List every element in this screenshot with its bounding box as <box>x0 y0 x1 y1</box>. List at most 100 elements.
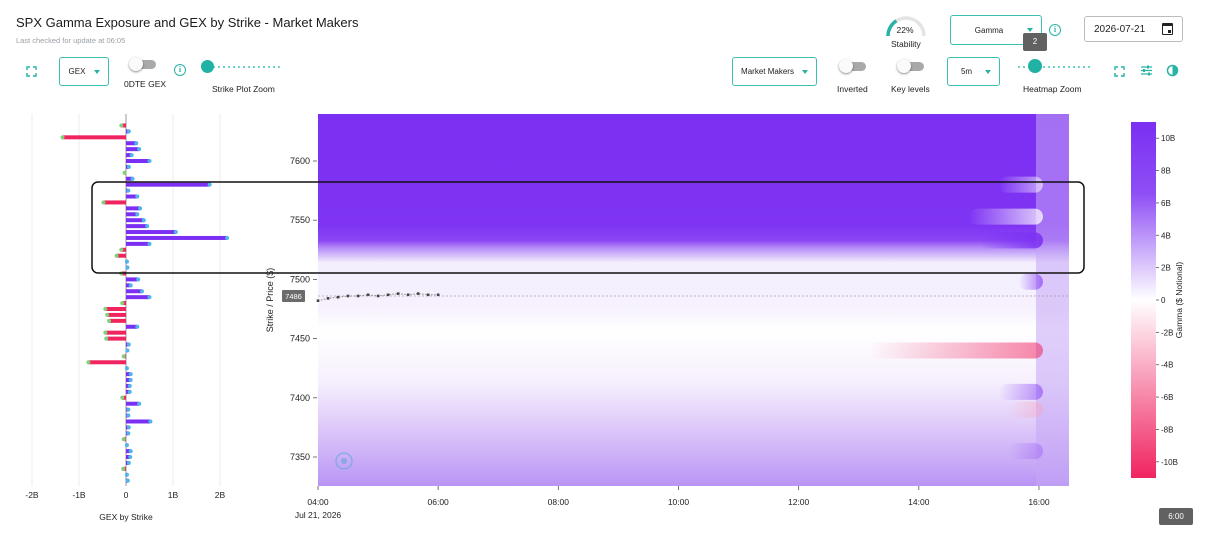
gex-bar-marker <box>128 283 133 288</box>
colorbar-tick-label: 4B <box>1161 231 1171 240</box>
gex-bar-marker <box>104 336 109 341</box>
heatmap-field <box>318 114 1069 486</box>
heatmap-expiry-column <box>1035 114 1069 486</box>
gex-bar <box>105 330 126 335</box>
gex-x-tick: 1B <box>168 490 179 500</box>
gex-bar-grid <box>31 114 221 486</box>
gex-bar-marker <box>127 383 132 388</box>
y-tick-label: 7350 <box>290 452 310 462</box>
gex-x-tick: -1B <box>72 490 86 500</box>
gex-x-tick: 0 <box>124 490 129 500</box>
gex-bar-marker <box>126 413 131 418</box>
gex-bar-marker <box>141 218 146 223</box>
gex-bar-marker <box>101 200 106 205</box>
price-point <box>346 294 350 298</box>
gex-bar-marker <box>124 472 129 477</box>
gex-x-tick: -2B <box>25 490 39 500</box>
gex-bar-marker <box>147 295 152 300</box>
gex-bar-marker <box>173 230 178 235</box>
gex-bar <box>103 200 126 205</box>
gex-bar-marker <box>135 324 140 329</box>
gex-bar-marker <box>103 330 108 335</box>
gex-bar-marker <box>128 455 133 459</box>
gex-bar-marker <box>135 212 140 217</box>
price-point <box>366 293 370 297</box>
gex-bar-marker <box>126 164 131 169</box>
colorbar-label: Gamma ($ Notional) <box>1174 262 1184 339</box>
heatmap-pocket <box>1008 443 1043 460</box>
gex-bar-marker <box>138 206 143 211</box>
gex-bar-marker <box>121 354 126 359</box>
gex-bar-marker <box>119 247 124 252</box>
gex-bar-marker <box>207 182 212 187</box>
gex-bar-marker <box>128 378 133 383</box>
colorbar-tick-label: 8B <box>1161 167 1171 176</box>
gex-bar <box>126 419 151 424</box>
gex-bar <box>126 224 148 229</box>
gex-x-tick: 2B <box>215 490 226 500</box>
gex-bar-marker <box>126 425 131 430</box>
x-tick-label: 08:00 <box>548 497 570 507</box>
gex-bar-marker <box>126 460 131 465</box>
gamma-colorbar: 10B 8B 6B 4B 2B 0 -2B -4B -6B -8B -10B <box>1131 122 1178 478</box>
heatmap-pocket <box>998 176 1043 193</box>
colorbar-tick-label: -8B <box>1161 425 1173 434</box>
gex-bar-marker <box>148 419 153 424</box>
gex-bar-marker <box>125 478 130 483</box>
gex-bar-marker <box>124 366 129 371</box>
gex-chart-canvas: -2B -1B 0 1B 2B 7486 7600 7550 7500 7450 7400 735… <box>25 114 1184 522</box>
gex-bar-marker <box>147 159 152 163</box>
gex-bar-marker <box>124 443 129 448</box>
gex-bar-marker <box>225 235 230 240</box>
price-point <box>436 293 440 297</box>
gex-bar-marker <box>107 318 112 323</box>
gex-bar-marker <box>121 466 126 471</box>
gex-bar-marker <box>126 188 131 193</box>
x-tick-label: 06:00 <box>428 497 450 507</box>
gex-bar-marker <box>135 194 140 199</box>
gex-bar-marker <box>137 401 142 406</box>
gex-bar-marker <box>127 389 132 394</box>
heatmap-pocket <box>868 342 1043 359</box>
y-tick-label: 7450 <box>290 334 310 344</box>
heatmap-ylabel: Strike / Price ($) <box>265 268 275 333</box>
y-tick-label: 7400 <box>290 393 310 403</box>
y-tick-label: 7600 <box>290 156 310 166</box>
gex-bar <box>126 289 142 294</box>
gex-bar-marker <box>120 395 125 400</box>
colorbar-tick-label: -4B <box>1161 361 1173 370</box>
gex-bar <box>126 159 150 163</box>
heatmap-pocket <box>1018 273 1043 290</box>
gex-bar <box>109 318 126 323</box>
gex-bar-marker <box>139 289 144 294</box>
colorbar-gradient <box>1131 122 1156 478</box>
colorbar-tick-label: 0 <box>1161 296 1166 305</box>
gex-bar <box>106 336 126 341</box>
gex-bar-marker <box>126 431 131 436</box>
gex-bar-marker <box>86 360 91 365</box>
gex-bar-marker <box>126 407 131 412</box>
colorbar-tick-label: -6B <box>1161 393 1173 402</box>
gex-bar-marker <box>125 265 130 270</box>
gex-bar-marker <box>122 170 127 175</box>
price-point <box>336 295 340 299</box>
colorbar-tick-label: 6B <box>1161 199 1171 208</box>
heatmap-pocket <box>998 383 1043 400</box>
x-tick-label: 10:00 <box>668 497 690 507</box>
price-point <box>386 293 390 297</box>
price-point <box>356 294 360 298</box>
gex-bar-marker <box>145 224 150 229</box>
gex-bar-axis: -2B -1B 0 1B 2B <box>25 490 225 500</box>
gex-bar <box>126 218 144 223</box>
gex-bar-marker <box>126 342 131 347</box>
heatmap-pocket <box>968 208 1043 225</box>
gex-bar <box>62 135 126 140</box>
gex-bar-marker <box>130 176 135 181</box>
heatmap-date-label: Jul 21, 2026 <box>295 510 342 520</box>
colorbar-tick-label: 2B <box>1161 264 1171 273</box>
heatmap-pocket <box>978 232 1043 249</box>
colorbar-tick-label: 10B <box>1161 134 1175 143</box>
y-tick-label: 7550 <box>290 215 310 225</box>
gamma-heatmap: 7486 <box>282 114 1069 486</box>
price-point <box>326 297 330 300</box>
